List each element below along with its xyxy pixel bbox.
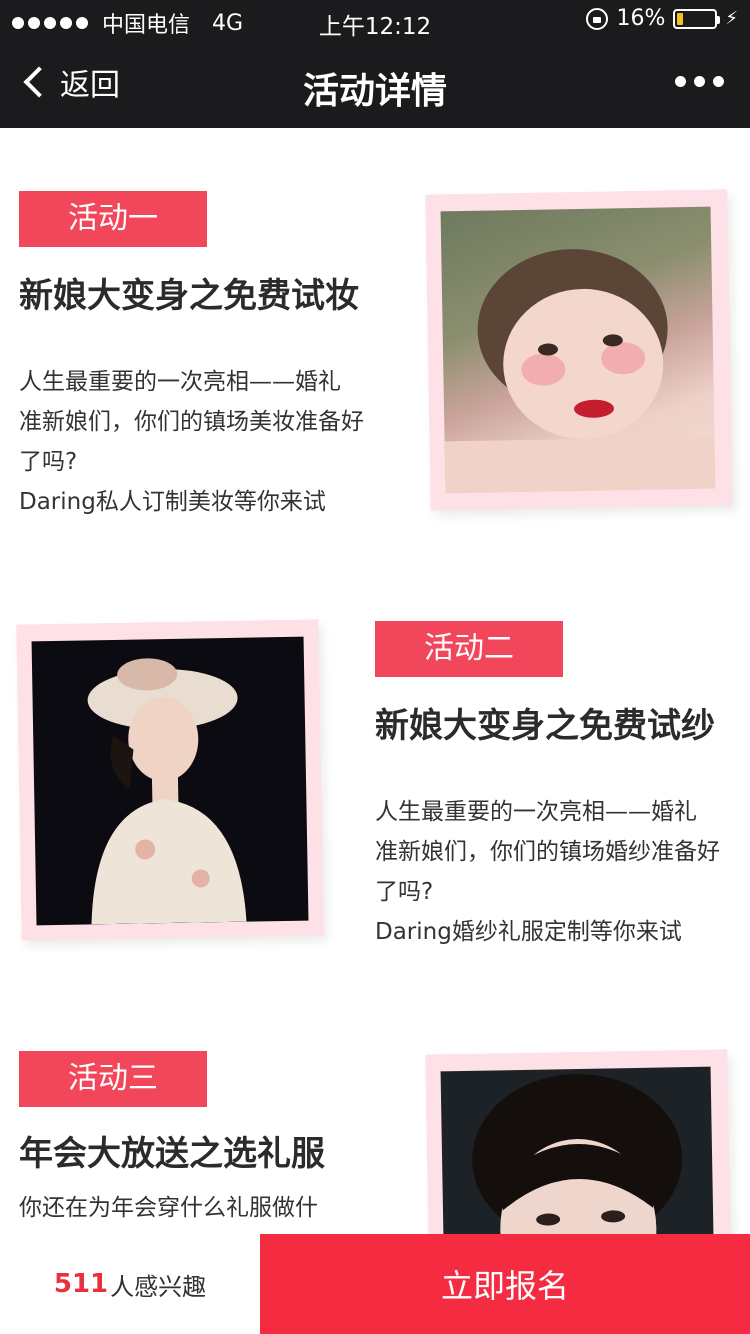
interest-counter: 511 人感兴趣 xyxy=(0,1234,260,1334)
bride-makeup-photo xyxy=(440,206,716,494)
activity-photo-frame xyxy=(16,619,324,941)
activity-tag: 活动三 xyxy=(19,1051,207,1107)
more-button[interactable] xyxy=(675,76,724,87)
activity-title: 新娘大变身之免费试妆 xyxy=(19,276,359,316)
back-button[interactable]: 返回 xyxy=(18,60,120,104)
activity-photo-frame xyxy=(425,189,733,511)
activity-photo-frame xyxy=(425,1049,733,1234)
more-dot-icon xyxy=(675,76,686,87)
description-line: 人生最重要的一次亮相——婚礼 xyxy=(375,799,697,825)
activity-tag: 活动二 xyxy=(375,621,563,677)
activity-description: 人生最重要的一次亮相——婚礼 准新娘们，你们的镇场美妆准备好了吗? Daring… xyxy=(19,362,369,522)
charging-bolt-icon: ⚡ xyxy=(725,8,738,29)
chevron-left-icon xyxy=(23,66,55,98)
back-label: 返回 xyxy=(60,68,120,103)
description-line: 人生最重要的一次亮相——婚礼 xyxy=(19,369,341,395)
activity-description: 你还在为年会穿什么礼服做什 xyxy=(19,1188,369,1228)
nav-bar: 返回 活动详情 xyxy=(0,40,750,128)
description-line: 你还在为年会穿什么礼服做什 xyxy=(19,1195,318,1221)
activity-list[interactable]: 活动一 新娘大变身之免费试妆 人生最重要的一次亮相——婚礼 准新娘们，你们的镇场… xyxy=(0,128,750,1234)
activity-title: 年会大放送之选礼服 xyxy=(19,1134,325,1174)
portrait-illustration xyxy=(87,658,247,925)
bottom-bar: 511 人感兴趣 立即报名 xyxy=(0,1234,750,1334)
more-dot-icon xyxy=(713,76,724,87)
description-line: Daring私人订制美妆等你来试 xyxy=(19,489,326,515)
battery-fill xyxy=(677,12,684,25)
portrait-illustration xyxy=(472,1074,683,1234)
description-line: 准新娘们，你们的镇场婚纱准备好了吗? xyxy=(375,839,720,905)
activity-tag: 活动一 xyxy=(19,191,207,247)
interest-count: 511 xyxy=(53,1269,109,1299)
portrait-illustration xyxy=(444,249,716,494)
description-line: Daring婚纱礼服定制等你来试 xyxy=(375,919,682,945)
interest-label: 人感兴趣 xyxy=(110,1272,207,1301)
status-bar: 中国电信 4G 上午12:12 16% ⚡ xyxy=(0,0,750,40)
rotation-lock-icon xyxy=(586,7,609,30)
more-dot-icon xyxy=(694,76,705,87)
status-right: 16% ⚡ xyxy=(586,6,738,31)
battery-icon xyxy=(673,8,721,29)
bride-gown-photo xyxy=(31,636,309,926)
activity-title: 新娘大变身之免费试纱 xyxy=(375,706,715,746)
evening-dress-photo xyxy=(440,1066,716,1234)
signup-button[interactable]: 立即报名 xyxy=(260,1234,750,1334)
battery-percent: 16% xyxy=(616,6,666,31)
description-line: 准新娘们，你们的镇场美妆准备好了吗? xyxy=(19,409,364,475)
activity-description: 人生最重要的一次亮相——婚礼 准新娘们，你们的镇场婚纱准备好了吗? Daring… xyxy=(375,792,725,952)
